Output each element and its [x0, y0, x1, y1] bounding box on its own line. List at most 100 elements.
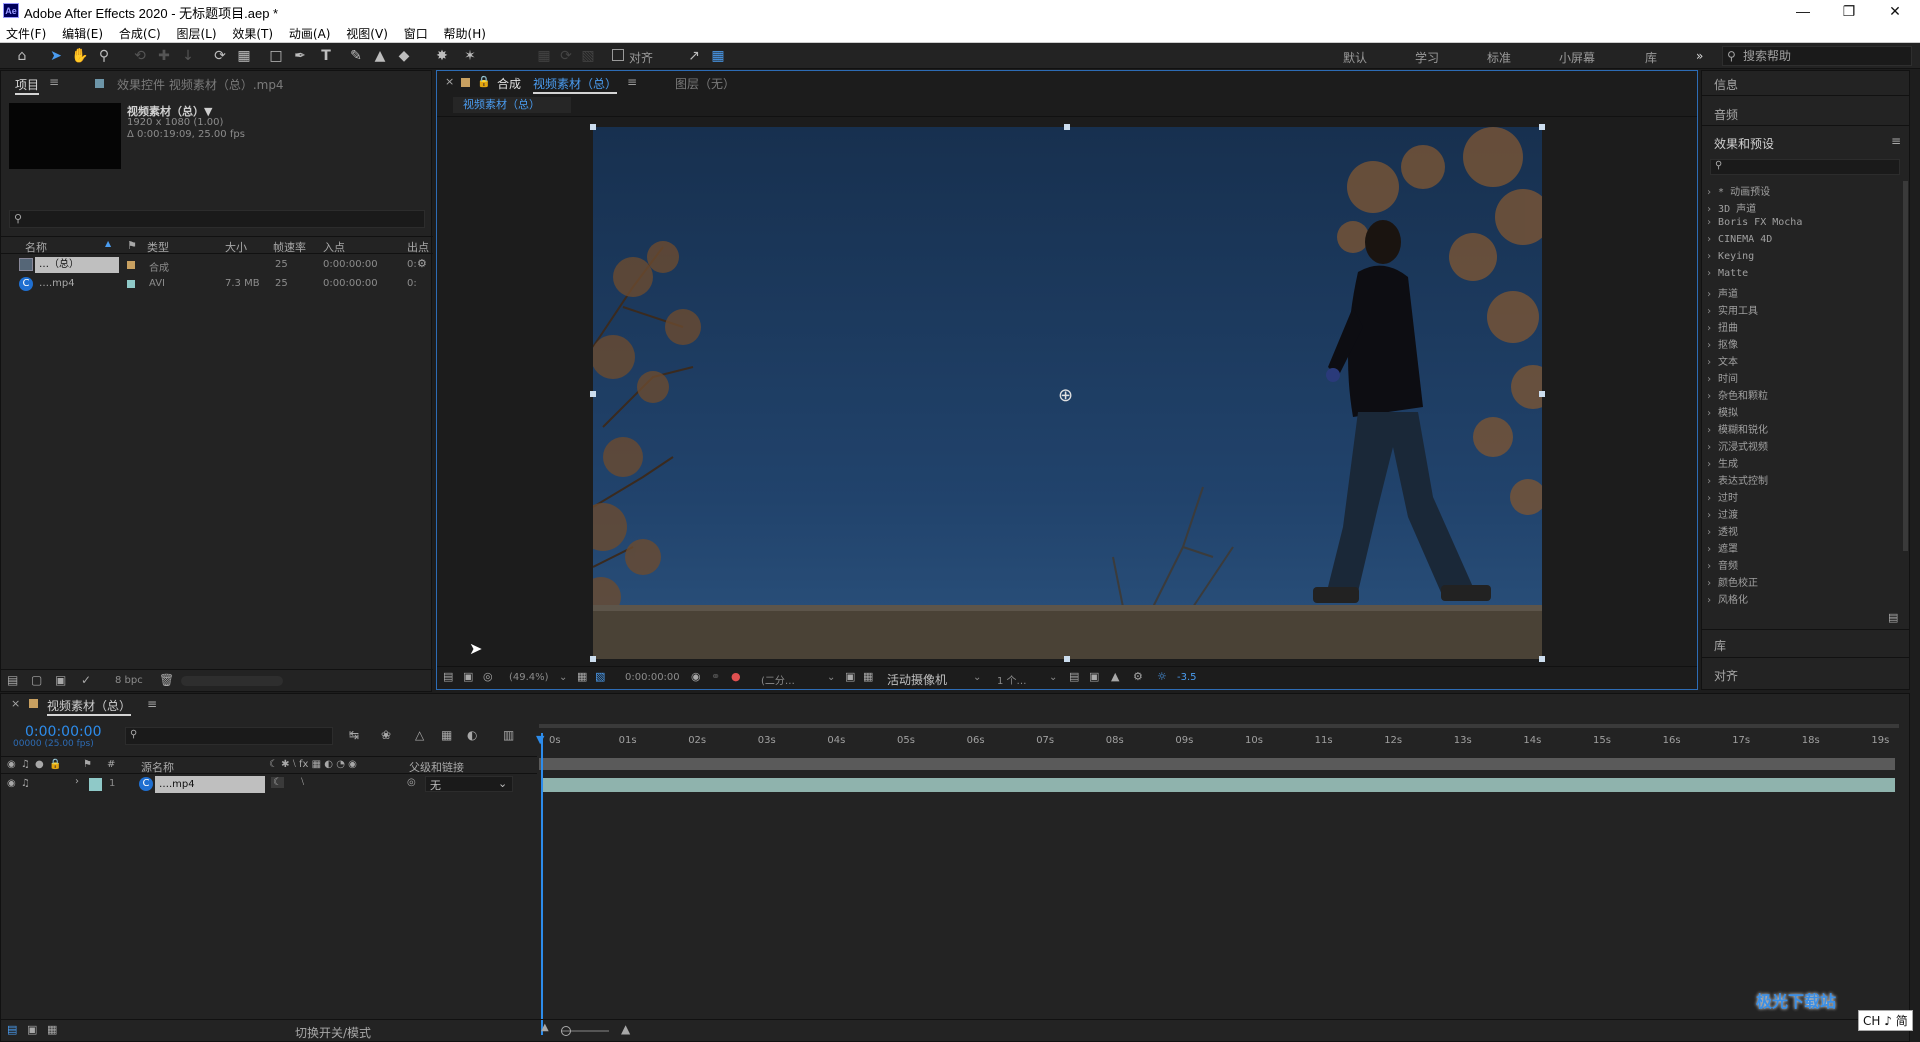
world-axis-icon[interactable]: ⟳ [556, 46, 576, 66]
snap-option-icon[interactable]: ↗ [684, 46, 704, 66]
roto-brush-tool-icon[interactable]: ✸ [432, 46, 452, 66]
table-row[interactable]: …（总） 合成 25 0:00:00:00 0: ⚙ [1, 257, 433, 274]
list-item[interactable]: 实用工具 [1706, 302, 1758, 317]
adjust-settings-icon[interactable]: ✓ [81, 673, 91, 687]
tab-project[interactable]: 项目 [15, 76, 40, 95]
panel-menu-icon[interactable]: ≡ [49, 75, 59, 89]
workspace-small-screen[interactable]: 小屏幕 [1559, 49, 1595, 66]
zoom-out-icon[interactable]: ▲ [541, 1022, 549, 1033]
reset-exposure-icon[interactable]: ▲ [1111, 670, 1119, 683]
label-color-swatch[interactable] [127, 280, 135, 288]
bit-depth-button[interactable]: 8 bpc [115, 675, 143, 686]
list-item[interactable]: 透视 [1706, 523, 1738, 538]
library-panel-tab[interactable]: 库 [1714, 637, 1726, 654]
snap-checkbox[interactable] [612, 49, 624, 61]
region-of-interest-icon[interactable]: ▣ [845, 670, 855, 683]
quality-switch-icon[interactable]: ⧵ [301, 777, 304, 788]
list-item[interactable]: 声道 [1706, 285, 1738, 300]
timeline-icon[interactable]: ▣ [1089, 670, 1099, 683]
grid-icon[interactable]: ▦ [577, 670, 587, 683]
list-item[interactable]: 风格化 [1706, 591, 1748, 606]
draft-3d-icon[interactable]: ❀ [381, 728, 391, 742]
list-item[interactable]: Matte [1706, 268, 1748, 279]
list-item[interactable]: * 动画预设 [1706, 183, 1770, 198]
timeline-current-time[interactable]: 0:00:00:00 [25, 724, 102, 740]
transfer-controls-icon[interactable]: ▣ [27, 1023, 37, 1036]
shy-switch-icon[interactable]: ☾ [271, 777, 284, 788]
project-item-name[interactable]: …（总） [35, 257, 119, 273]
column-source-name[interactable]: 源名称 [141, 759, 174, 775]
interpret-footage-icon[interactable]: ▤ [7, 673, 18, 687]
sort-ascending-icon[interactable]: ▲ [105, 239, 111, 248]
transform-handle[interactable] [1539, 656, 1545, 662]
restore-button[interactable]: ❐ [1826, 0, 1872, 22]
info-panel-tab[interactable]: 信息 [1714, 76, 1738, 93]
new-folder-icon[interactable]: ▢ [31, 673, 42, 687]
video-visibility-icon[interactable]: ◉ [7, 759, 16, 770]
audio-panel-tab[interactable]: 音频 [1714, 106, 1738, 123]
label-icon[interactable]: ⚑ [127, 239, 137, 252]
anchor-tool-icon[interactable]: ▦ [234, 46, 254, 66]
fast-preview-icon[interactable]: ▤ [1069, 670, 1079, 683]
speaker-icon[interactable]: ♫ [21, 778, 30, 789]
expand-chevron-icon[interactable]: › [75, 776, 79, 787]
local-axis-icon[interactable]: ▦ [534, 46, 554, 66]
list-item[interactable]: 模糊和锐化 [1706, 421, 1768, 436]
playhead[interactable] [541, 733, 543, 1035]
new-bin-icon[interactable]: ▤ [1888, 611, 1898, 624]
column-name[interactable]: 名称 [25, 239, 47, 255]
menu-composition[interactable]: 合成(C) [113, 22, 167, 42]
frame-blending-icon[interactable]: ▦ [441, 728, 452, 742]
audio-icon[interactable]: ♫ [21, 759, 30, 770]
list-item[interactable]: Boris FX Mocha [1706, 217, 1802, 228]
parent-select[interactable]: 无 ⌄ [425, 776, 513, 792]
list-item[interactable]: 沉浸式视频 [1706, 438, 1768, 453]
menu-animation[interactable]: 动画(A) [283, 22, 337, 42]
time-ruler[interactable]: 0s 01s 02s 03s 04s 05s 06s 07s 08s 09s 10s 11s 12s 13… [539, 731, 1901, 753]
column-in-point[interactable]: 入点 [323, 239, 345, 255]
workspace-standard[interactable]: 标准 [1487, 49, 1511, 66]
solo-icon[interactable]: ● [35, 759, 44, 770]
workspace-default[interactable]: 默认 [1343, 49, 1367, 66]
comp-mini-flowchart-icon[interactable]: ↹ [349, 728, 359, 742]
snapshot-icon[interactable]: ◉ [691, 670, 701, 683]
pan-tool-icon[interactable]: ✚ [154, 46, 174, 66]
rectangle-tool-icon[interactable]: □ [266, 46, 286, 66]
layer-name[interactable]: ….mp4 [155, 776, 265, 793]
rotate-tool-icon[interactable]: ⟳ [210, 46, 230, 66]
panel-menu-icon[interactable]: ≡ [147, 697, 157, 711]
table-row[interactable]: C ….mp4 AVI 7.3 MB 25 0:00:00:00 0: [1, 276, 433, 293]
list-item[interactable]: 模拟 [1706, 404, 1738, 419]
close-button[interactable]: ✕ [1872, 0, 1918, 22]
brush-tool-icon[interactable]: ✎ [346, 46, 366, 66]
eraser-tool-icon[interactable]: ◆ [394, 46, 414, 66]
motion-blur-icon[interactable]: ◐ [467, 728, 477, 742]
chevron-down-icon[interactable]: ⌄ [827, 672, 835, 683]
thumbnail-scrollbar[interactable] [181, 676, 283, 686]
anchor-point-icon[interactable]: ⊕ [1058, 385, 1073, 406]
ime-indicator[interactable]: CH ♪ 简 [1858, 1010, 1913, 1031]
menu-file[interactable]: 文件(F) [0, 22, 52, 42]
layer-row[interactable]: ◉ ♫ › 1 C ….mp4 ☾ ⧵ ◎ 无 ⌄ [1, 776, 537, 793]
help-search-input[interactable]: ⚲ 搜索帮助 [1722, 46, 1912, 66]
layer-switches-icon[interactable]: ▤ [7, 1023, 17, 1036]
zoom-slider-handle[interactable] [561, 1026, 571, 1036]
label-icon[interactable]: ⚑ [83, 759, 92, 770]
list-item[interactable]: 3D 声道 [1706, 200, 1756, 215]
column-parent-link[interactable]: 父级和链接 [409, 759, 464, 775]
orbit-tool-icon[interactable]: ⟲ [130, 46, 150, 66]
toggle-transparency-icon[interactable]: ▦ [863, 670, 873, 683]
text-tool-icon[interactable]: T [316, 46, 336, 66]
workspace-library[interactable]: 库 [1645, 49, 1657, 66]
eye-icon[interactable]: ◉ [7, 778, 16, 789]
zoom-level[interactable]: (49.4%) [509, 672, 549, 683]
current-time[interactable]: 0:00:00:00 [625, 672, 680, 683]
project-search-input[interactable]: ⚲ [9, 210, 425, 228]
tab-comp-prefix[interactable]: 合成 [497, 75, 521, 92]
transform-handle[interactable] [590, 124, 596, 130]
transform-handle[interactable] [590, 656, 596, 662]
new-composition-icon[interactable]: ▣ [55, 673, 66, 687]
clone-stamp-tool-icon[interactable]: ▲ [370, 46, 390, 66]
chevron-down-icon[interactable]: ⌄ [559, 672, 567, 683]
menu-help[interactable]: 帮助(H) [438, 22, 492, 42]
